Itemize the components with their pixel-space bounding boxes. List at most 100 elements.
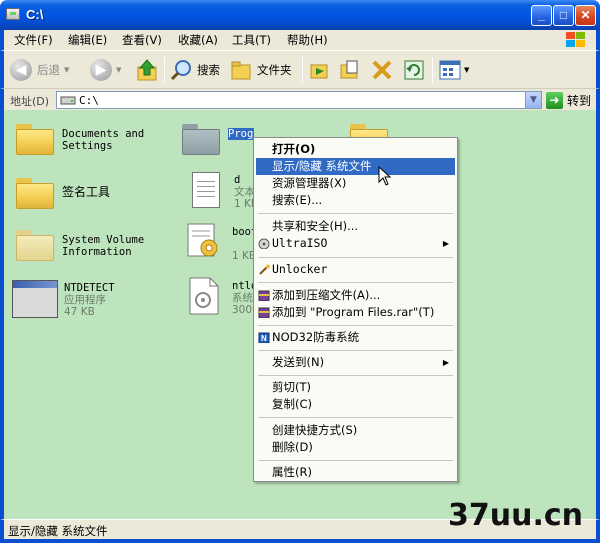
menu-add-to-archive-label: 添加到压缩文件(A)... [272,288,381,302]
file-item[interactable]: System Volume Information [16,230,166,280]
file-item[interactable]: 签名工具 [16,178,166,228]
go-button[interactable]: ➜ 转到 [546,90,591,110]
menu-help[interactable]: 帮助(H) [287,32,328,48]
move-to-button[interactable] [308,57,332,83]
forward-button[interactable]: ▶ ▼ [90,57,121,83]
undo-button[interactable] [402,57,426,83]
maximize-button[interactable]: □ [553,5,574,26]
back-label: 后退 [37,63,60,77]
menu-add-to-rar[interactable]: 添加到 "Program Files.rar"(T) [256,304,455,321]
title-bar[interactable]: C:\ _ □ ✕ [0,0,600,30]
menu-sharing-security[interactable]: 共享和安全(H)... [256,218,455,235]
menu-unlocker[interactable]: Unlocker [256,261,455,278]
menu-divider [258,350,453,351]
folder-icon [182,124,220,155]
menu-divider [258,460,453,461]
menu-divider [258,282,453,283]
menu-divider [258,375,453,376]
folders-icon [231,61,251,80]
address-value: C:\ [79,94,99,107]
window-title: C:\ [26,7,44,22]
menu-nod32-label: NOD32防毒系统 [272,330,360,344]
menu-ultraiso-label: UltraISO [272,236,328,250]
chevron-down-icon[interactable]: ▼ [116,66,121,74]
submenu-arrow-icon: ▶ [442,239,449,248]
delete-x-icon [372,60,392,80]
menu-ultraiso[interactable]: UltraISO ▶ [256,235,455,252]
menu-toggle-system-files[interactable]: 显示/隐藏 系统文件 [256,158,455,175]
menu-copy[interactable]: 复制(C) [256,396,455,413]
search-label: 搜索 [197,63,220,77]
hidden-folder-icon [16,230,54,261]
site-watermark: 37uu.cn [448,498,583,533]
move-to-icon [310,64,328,79]
menu-send-to[interactable]: 发送到(N) ▶ [256,354,455,371]
menu-edit[interactable]: 编辑(E) [68,32,107,48]
chevron-down-icon[interactable]: ▼ [464,66,469,74]
address-dropdown-chevron-icon[interactable]: ▼ [525,92,541,108]
search-icon [170,60,191,81]
status-text: 显示/隐藏 系统文件 [8,524,108,538]
winrar-icon [258,290,270,301]
menu-tools[interactable]: 工具(T) [232,32,271,48]
menu-create-shortcut[interactable]: 创建快捷方式(S) [256,422,455,439]
go-arrow-icon: ➜ [546,91,563,109]
minimize-button[interactable]: _ [531,5,552,26]
back-arrow-icon: ◀ [10,59,32,81]
menu-search[interactable]: 搜索(E)... [256,192,455,209]
menu-file[interactable]: 文件(F) [14,32,53,48]
menu-bar: 文件(F) 编辑(E) 查看(V) 收藏(A) 工具(T) 帮助(H) [0,30,600,50]
copy-to-icon [340,60,358,79]
menu-divider [258,417,453,418]
file-item[interactable]: ntld 系统 300 [186,276,258,326]
menu-add-to-rar-label: 添加到 "Program Files.rar"(T) [272,305,435,319]
menu-nod32[interactable]: N NOD32防毒系统 [256,329,455,346]
ultraiso-disc-icon [258,238,270,249]
folders-button[interactable]: 文件夹 [230,57,292,83]
views-icon [439,60,461,80]
unlocker-wand-icon [259,264,270,275]
file-size: 1 KB [232,250,254,262]
close-button[interactable]: ✕ [575,5,596,26]
file-size: 47 KB [64,306,95,318]
menu-divider [258,213,453,214]
menu-view[interactable]: 查看(V) [122,32,162,48]
windows-logo-icon [564,30,590,49]
menu-explorer[interactable]: 资源管理器(X) [256,175,455,192]
nod32-shield-icon: N [258,332,270,343]
menu-add-to-archive[interactable]: 添加到压缩文件(A)... [256,287,455,304]
up-folder-button[interactable] [136,57,160,83]
address-input[interactable]: C:\ ▼ [56,91,542,109]
menu-unlocker-label: Unlocker [272,262,328,276]
file-size: 1 KB [234,198,254,210]
menu-send-to-label: 发送到(N) [272,355,325,369]
winrar-icon [258,307,270,318]
file-item[interactable]: NTDETECT 应用程序 47 KB [12,280,162,330]
file-item[interactable]: Documents and Settings [16,124,166,174]
copy-to-button[interactable] [338,57,362,83]
file-name: Documents and Settings [62,128,145,152]
menu-properties[interactable]: 属性(R) [256,464,455,481]
delete-button[interactable] [370,57,394,83]
menu-open[interactable]: 打开(O) [256,141,455,158]
file-item[interactable]: d 文本 1 KB [188,172,258,222]
search-button[interactable]: 搜索 [170,57,220,83]
folder-window-icon [6,8,20,20]
file-type: 文本 [234,186,254,198]
menu-delete[interactable]: 删除(D) [256,439,455,456]
menu-cut[interactable]: 剪切(T) [256,379,455,396]
text-file-icon [192,172,220,208]
config-file-icon [187,223,218,257]
folders-label: 文件夹 [257,63,292,77]
go-label: 转到 [567,93,592,108]
chevron-down-icon[interactable]: ▼ [64,66,69,74]
back-button[interactable]: ◀ 后退 ▼ [10,57,69,83]
menu-favorites[interactable]: 收藏(A) [178,32,218,48]
menu-divider [258,325,453,326]
folder-icon [16,124,54,155]
forward-arrow-icon: ▶ [90,59,112,81]
file-item[interactable]: boot 1 KB [184,222,258,272]
views-button[interactable]: ▼ [438,57,469,83]
system-file-icon [189,277,219,315]
menu-divider [258,257,453,258]
